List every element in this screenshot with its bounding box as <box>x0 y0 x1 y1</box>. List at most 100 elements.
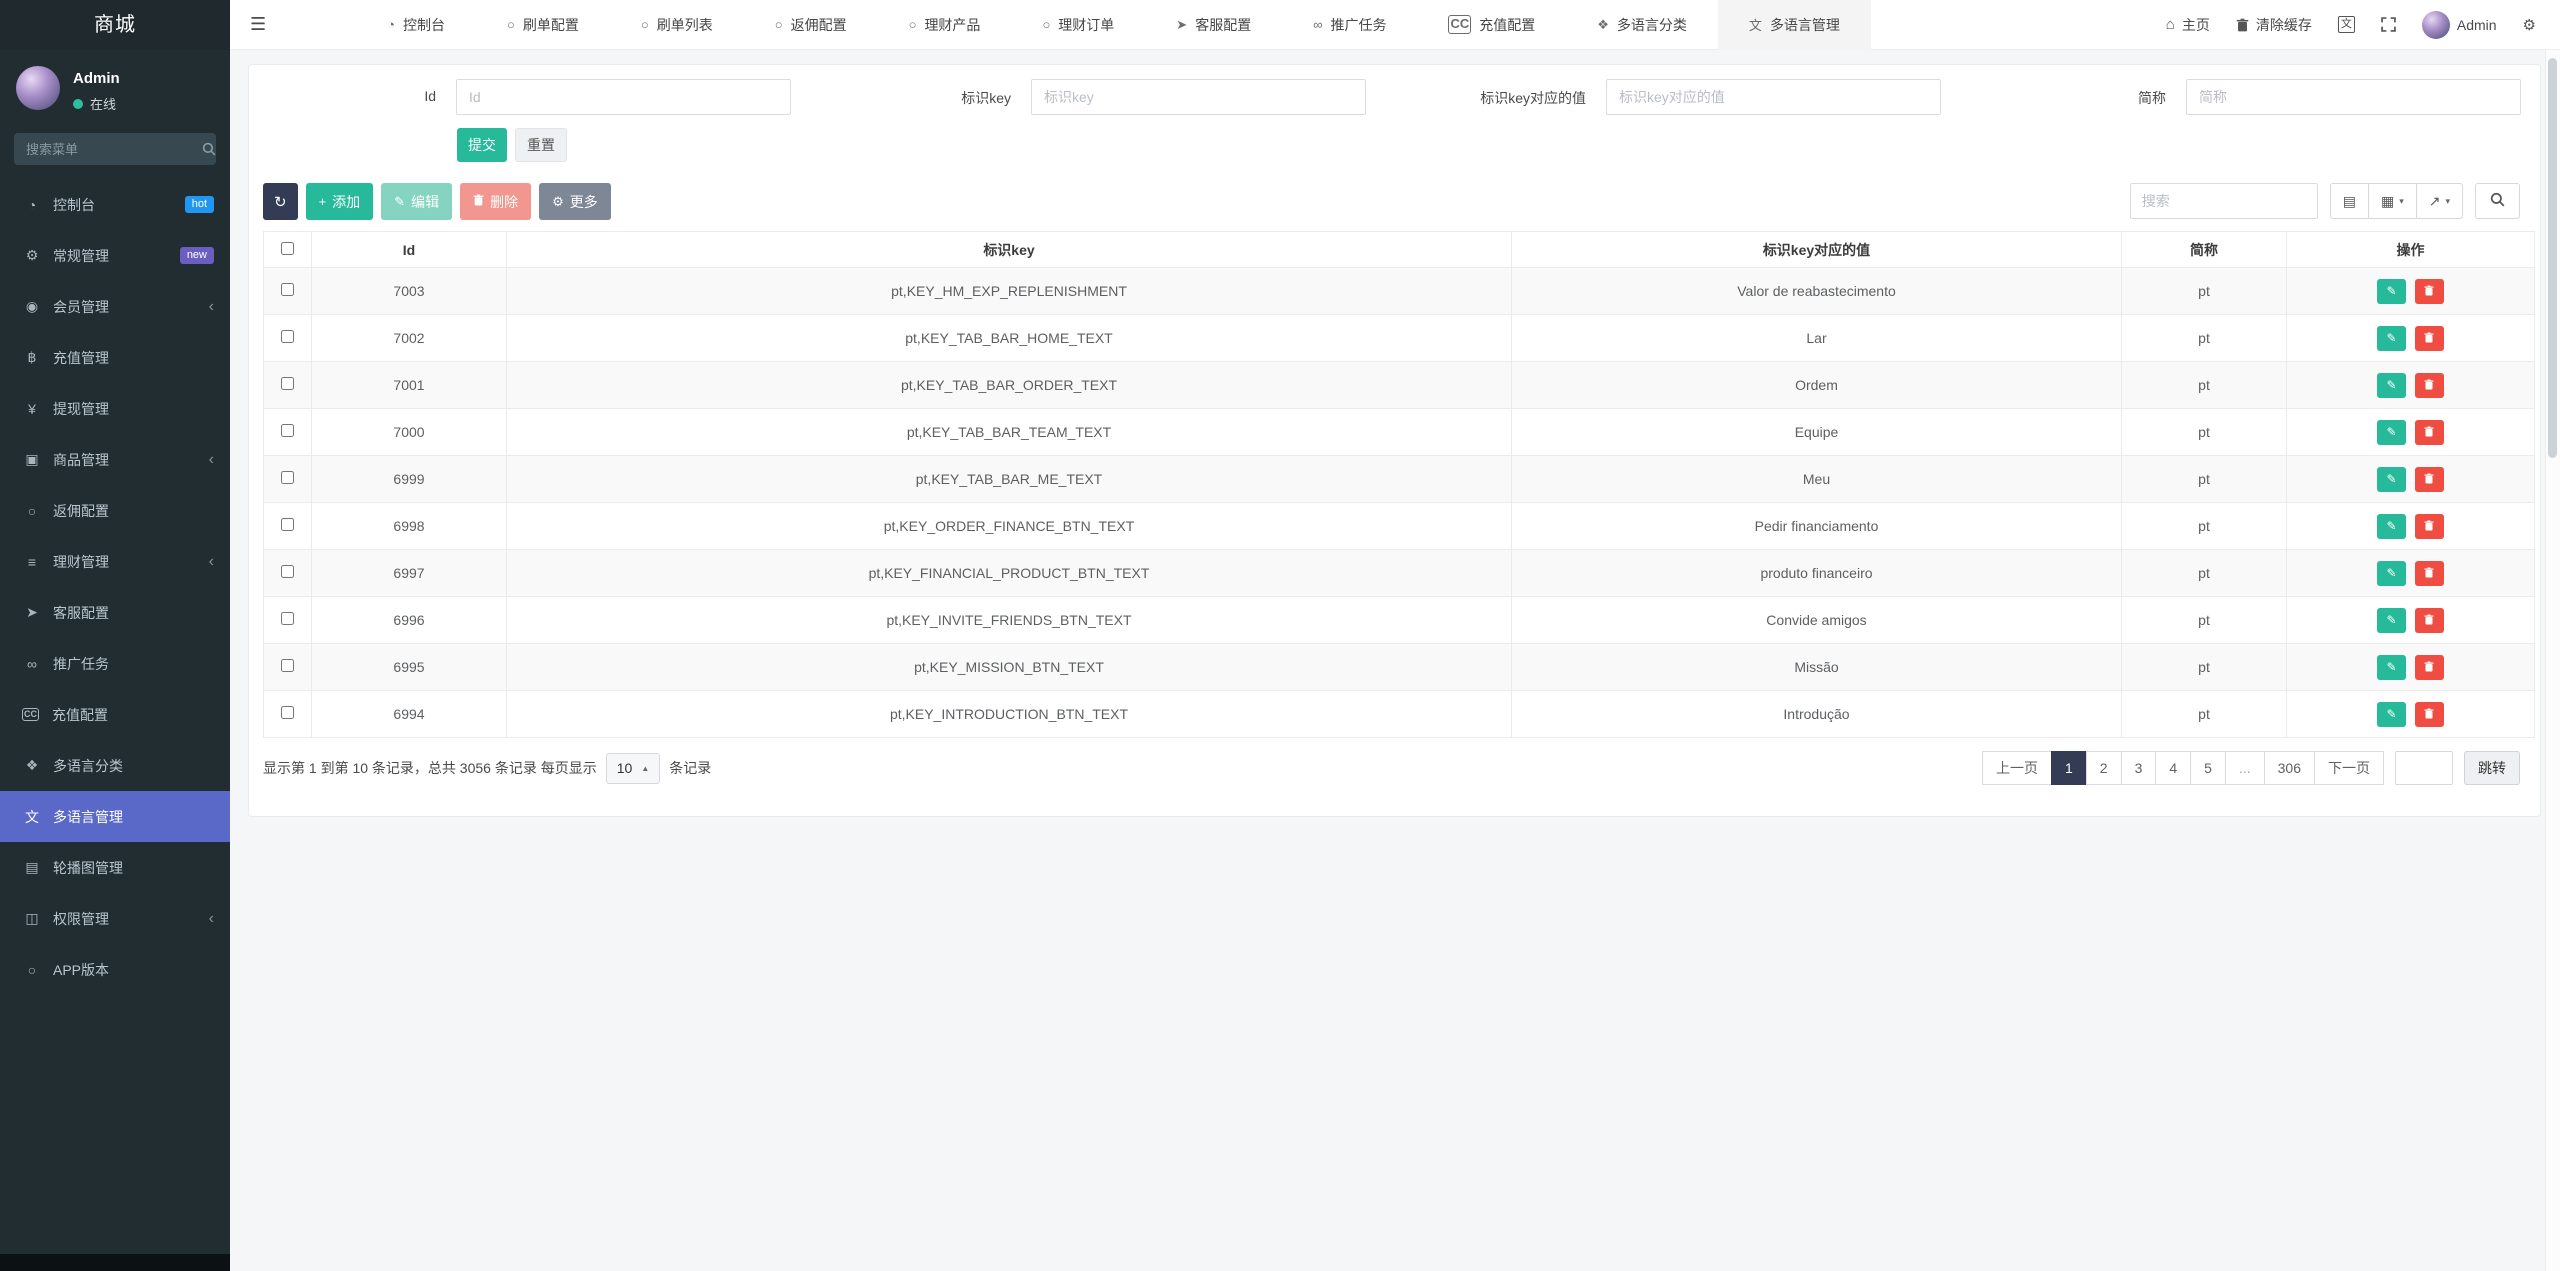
row-delete-button[interactable] <box>2415 467 2444 492</box>
sidebar-item-推广任务[interactable]: ∞ 推广任务 <box>0 638 230 689</box>
columns-button[interactable]: ▦▾ <box>2368 183 2417 219</box>
detail-view-button[interactable]: ▤ <box>2330 183 2369 219</box>
page-...[interactable]: ... <box>2225 751 2265 785</box>
row-delete-button[interactable] <box>2415 514 2444 539</box>
page-上一页[interactable]: 上一页 <box>1982 751 2052 785</box>
select-all-checkbox[interactable] <box>281 242 294 255</box>
delete-button[interactable]: 删除 <box>460 183 531 220</box>
row-delete-button[interactable] <box>2415 608 2444 633</box>
tab-返佣配置[interactable]: ○ 返佣配置 <box>744 0 878 50</box>
sidebar-item-常规管理[interactable]: ⚙ 常规管理 new <box>0 230 230 281</box>
sidebar-item-充值管理[interactable]: ฿ 充值管理 <box>0 332 230 383</box>
edit-button[interactable]: ✎ 编辑 <box>381 183 452 220</box>
jump-button[interactable]: 跳转 <box>2464 751 2520 785</box>
tab-刷单配置[interactable]: ○ 刷单配置 <box>476 0 610 50</box>
row-delete-button[interactable] <box>2415 326 2444 351</box>
page-5[interactable]: 5 <box>2190 751 2226 785</box>
sidebar-item-客服配置[interactable]: ➤ 客服配置 <box>0 587 230 638</box>
scrollbar-thumb[interactable] <box>2548 58 2557 458</box>
page-jump-input[interactable] <box>2395 751 2453 785</box>
hamburger-icon[interactable]: ☰ <box>230 14 286 35</box>
sidebar-item-返佣配置[interactable]: ○ 返佣配置 <box>0 485 230 536</box>
tab-理财订单[interactable]: ○ 理财订单 <box>1011 0 1145 50</box>
row-checkbox[interactable] <box>281 330 294 343</box>
settings-button[interactable]: ⚙ <box>2523 16 2536 34</box>
sidebar-search[interactable] <box>14 133 216 165</box>
more-button[interactable]: ⚙ 更多 <box>539 183 611 220</box>
scrollbar[interactable] <box>2545 50 2560 1271</box>
fullscreen-button[interactable] <box>2381 17 2396 32</box>
filter-input-abbr[interactable] <box>2186 79 2521 115</box>
language-button[interactable]: 文 <box>2338 16 2355 33</box>
tab-充值配置[interactable]: CC 充值配置 <box>1417 0 1566 50</box>
row-delete-button[interactable] <box>2415 702 2444 727</box>
row-edit-button[interactable]: ✎ <box>2377 420 2406 445</box>
table-row: 6995 pt,KEY_MISSION_BTN_TEXT Missão pt ✎ <box>264 644 2535 691</box>
reset-button[interactable]: 重置 <box>515 128 567 162</box>
filter-input-id[interactable] <box>456 79 791 115</box>
row-delete-button[interactable] <box>2415 279 2444 304</box>
tab-客服配置[interactable]: ➤ 客服配置 <box>1145 0 1282 50</box>
row-checkbox[interactable] <box>281 471 294 484</box>
row-edit-button[interactable]: ✎ <box>2377 514 2406 539</box>
page-下一页[interactable]: 下一页 <box>2314 751 2384 785</box>
row-delete-button[interactable] <box>2415 561 2444 586</box>
page-1[interactable]: 1 <box>2051 751 2087 785</box>
tab-理财产品[interactable]: ○ 理财产品 <box>878 0 1012 50</box>
sidebar-item-权限管理[interactable]: ◫ 权限管理 ‹ <box>0 893 230 944</box>
row-delete-button[interactable] <box>2415 420 2444 445</box>
sidebar-item-商品管理[interactable]: ▣ 商品管理 ‹ <box>0 434 230 485</box>
row-checkbox[interactable] <box>281 706 294 719</box>
row-checkbox[interactable] <box>281 283 294 296</box>
page-4[interactable]: 4 <box>2155 751 2191 785</box>
sidebar-item-会员管理[interactable]: ◉ 会员管理 ‹ <box>0 281 230 332</box>
page-size-select[interactable]: 10 ▲ <box>606 753 661 784</box>
clear-cache-button[interactable]: 清除缓存 <box>2236 15 2312 35</box>
sidebar-item-多语言分类[interactable]: ❖ 多语言分类 <box>0 740 230 791</box>
filter-input-key[interactable] <box>1031 79 1366 115</box>
refresh-button[interactable]: ↻ <box>263 183 298 220</box>
pencil-icon: ✎ <box>2387 472 2397 486</box>
row-edit-button[interactable]: ✎ <box>2377 373 2406 398</box>
row-edit-button[interactable]: ✎ <box>2377 279 2406 304</box>
tab-推广任务[interactable]: ∞ 推广任务 <box>1282 0 1417 50</box>
add-button[interactable]: + 添加 <box>306 183 374 220</box>
page-3[interactable]: 3 <box>2121 751 2157 785</box>
sidebar-item-APP版本[interactable]: ○ APP版本 <box>0 944 230 995</box>
submit-button[interactable]: 提交 <box>457 128 507 162</box>
row-checkbox[interactable] <box>281 565 294 578</box>
row-edit-button[interactable]: ✎ <box>2377 608 2406 633</box>
page-2[interactable]: 2 <box>2086 751 2122 785</box>
sidebar-search-input[interactable] <box>26 142 202 157</box>
tab-控制台[interactable]: ◔ 控制台 <box>356 0 476 50</box>
row-edit-button[interactable]: ✎ <box>2377 326 2406 351</box>
filter-input-value[interactable] <box>1606 79 1941 115</box>
row-delete-button[interactable] <box>2415 373 2444 398</box>
row-checkbox[interactable] <box>281 518 294 531</box>
tag-icon: ❖ <box>22 757 42 774</box>
row-checkbox[interactable] <box>281 424 294 437</box>
row-edit-button[interactable]: ✎ <box>2377 467 2406 492</box>
row-checkbox[interactable] <box>281 659 294 672</box>
row-checkbox[interactable] <box>281 377 294 390</box>
user-menu[interactable]: Admin <box>2422 11 2497 39</box>
row-edit-button[interactable]: ✎ <box>2377 655 2406 680</box>
table-search-input[interactable] <box>2130 183 2318 219</box>
sidebar-item-多语言管理[interactable]: 文 多语言管理 <box>0 791 230 842</box>
sidebar-item-充值配置[interactable]: CC 充值配置 <box>0 689 230 740</box>
row-edit-button[interactable]: ✎ <box>2377 561 2406 586</box>
sidebar-item-轮播图管理[interactable]: ▤ 轮播图管理 <box>0 842 230 893</box>
tab-刷单列表[interactable]: ○ 刷单列表 <box>610 0 744 50</box>
sidebar-item-提现管理[interactable]: ¥ 提现管理 <box>0 383 230 434</box>
sidebar-item-控制台[interactable]: ◔ 控制台 hot <box>0 179 230 230</box>
page-306[interactable]: 306 <box>2264 751 2315 785</box>
search-button[interactable] <box>2475 183 2520 219</box>
row-edit-button[interactable]: ✎ <box>2377 702 2406 727</box>
sidebar-item-理财管理[interactable]: ≡ 理财管理 ‹ <box>0 536 230 587</box>
row-delete-button[interactable] <box>2415 655 2444 680</box>
home-button[interactable]: ⌂ 主页 <box>2166 15 2210 35</box>
export-button[interactable]: ↗▾ <box>2416 183 2463 219</box>
tab-多语言管理[interactable]: 文 多语言管理 <box>1718 0 1871 50</box>
tab-多语言分类[interactable]: ❖ 多语言分类 <box>1566 0 1718 50</box>
row-checkbox[interactable] <box>281 612 294 625</box>
